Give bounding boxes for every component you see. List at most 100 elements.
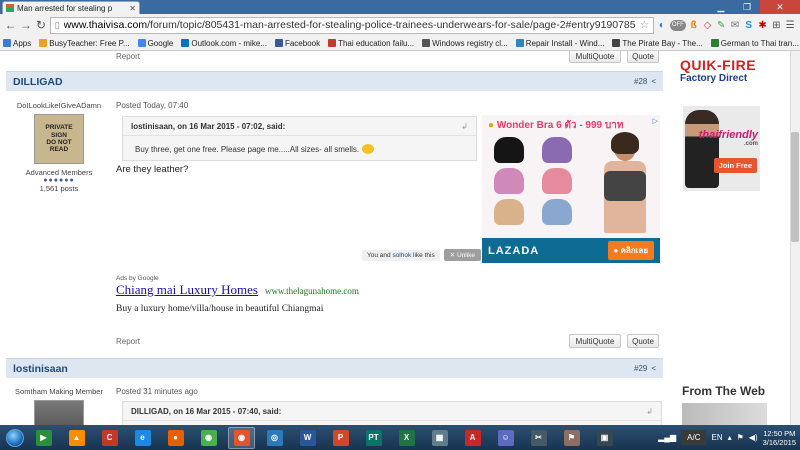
banner-ad[interactable]: ● Wonder Bra 6 ตัว - 999 บาท ▷ LAZADA ● … — [482, 115, 660, 263]
taskbar-internet-explorer-button[interactable]: e — [129, 427, 156, 449]
scrollbar-thumb[interactable] — [791, 132, 799, 242]
url-text: www.thaivisa.com/forum/topic/805431-man-… — [64, 19, 636, 31]
multiquote-button[interactable]: MultiQuote — [569, 334, 621, 348]
share-icon[interactable]: < — [651, 77, 656, 86]
taskbar-powerpoint-button[interactable]: P — [327, 427, 354, 449]
back-icon[interactable]: ← — [4, 16, 17, 34]
network-icon[interactable]: ▂▄▆ — [658, 433, 676, 442]
taskbar-chrome-button[interactable]: ◉ — [195, 427, 222, 449]
taskbar-network-button[interactable]: ◎ — [261, 427, 288, 449]
ad-brand-text: thai — [698, 129, 719, 141]
forward-icon[interactable]: → — [19, 16, 32, 34]
star-icon[interactable]: ☆ — [640, 19, 649, 31]
quote-button[interactable]: Quote — [627, 51, 659, 63]
reload-icon[interactable]: ↻ — [34, 16, 47, 34]
ad-headline-text: Wonder Bra 6 ตัว - 999 บาท — [496, 120, 624, 131]
taskbar-publisher-button[interactable]: PT — [360, 427, 387, 449]
liker-link[interactable]: solhok — [392, 252, 411, 259]
bookmark-facebook[interactable]: Facebook — [274, 39, 320, 48]
extension-s-icon[interactable]: S — [743, 17, 755, 33]
clock[interactable]: 12:50 PM 3/16/2015 — [763, 429, 796, 447]
adchoices-icon[interactable]: ▷ — [653, 117, 658, 125]
flag-app-icon: ⚑ — [563, 429, 580, 446]
extension-cart-icon[interactable]: ⊞ — [770, 17, 782, 33]
minimize-icon[interactable]: ▁ — [708, 0, 734, 14]
unlike-label: Unlike — [456, 252, 476, 259]
quote-button[interactable]: Quote — [627, 334, 659, 348]
post-author-name[interactable]: lostinisaan — [13, 363, 68, 375]
quote-citation: lostinisaan, on 16 Mar 2015 - 07:02, sai… — [131, 121, 286, 131]
share-icon[interactable]: < — [651, 364, 656, 373]
language-indicator[interactable]: EN — [711, 433, 722, 442]
volume-icon[interactable]: ◀) — [749, 433, 758, 442]
taskbar-people-button[interactable]: ☺ — [492, 427, 519, 449]
taskbar-word-button[interactable]: W — [294, 427, 321, 449]
avatar[interactable]: PRIVATE SIGN DO NOT READ — [34, 114, 84, 164]
ad-cta-button[interactable]: ● คลิกเลย — [607, 241, 654, 260]
taskbar-ccleaner-button[interactable]: C — [96, 427, 123, 449]
taskbar-calculator-button[interactable]: ▦ — [426, 427, 453, 449]
taskbar-chrome-active-button[interactable]: ◉ — [228, 426, 255, 449]
taskbar-excel-button[interactable]: X — [393, 427, 420, 449]
bookmark-apps[interactable]: Apps — [3, 39, 31, 48]
ac-indicator[interactable]: A/C — [681, 430, 707, 445]
bookmark-label: Outlook.com - mike... — [191, 38, 267, 48]
from-the-web-thumbnail[interactable] — [682, 403, 767, 425]
web-page: Report MultiQuote Quote DILLIGAD #28 < Do… — [0, 51, 790, 425]
unlike-button[interactable]: ✕ Unlike — [443, 249, 482, 261]
taskbar-vlc-button[interactable]: ▲ — [63, 427, 90, 449]
quikfire-ad[interactable]: QUIK-FIRE Factory Direct — [680, 51, 760, 84]
report-link[interactable]: Report — [116, 337, 140, 346]
avatar[interactable] — [34, 400, 84, 425]
taskbar-media-center-button[interactable]: ▶ — [30, 427, 57, 449]
tab-close-icon[interactable]: ✕ — [129, 4, 136, 13]
join-free-button[interactable]: Join Free — [713, 158, 757, 173]
ad-brand: QUIK-FIRE — [680, 57, 757, 73]
url-host: www.thaivisa.com — [63, 19, 148, 31]
off-toggle[interactable]: OFF — [669, 17, 686, 33]
browser-tab[interactable]: Man arrested for stealing p ✕ — [2, 1, 140, 14]
bookmark-label: German to Thai tran... — [720, 38, 799, 48]
bookmark-translate[interactable]: German to Thai tran... — [710, 38, 799, 48]
bookmark-thai-education[interactable]: Thai education failu... — [328, 39, 414, 48]
bookmark-piratebay[interactable]: The Pirate Bay - The... — [612, 39, 703, 48]
extension-evernote-icon[interactable]: ✎ — [715, 17, 727, 33]
extension-b-icon[interactable]: ß — [688, 17, 700, 33]
address-bar[interactable]: ▯ www.thaivisa.com/forum/topic/805431-ma… — [49, 16, 655, 34]
post-number[interactable]: #29 < — [634, 364, 656, 373]
ad-url[interactable]: www.thelagunahome.com — [265, 286, 359, 296]
jump-to-quote-icon[interactable]: ↲ — [461, 122, 468, 131]
bookmark-busyteacher[interactable]: BusyTeacher: Free P... — [39, 39, 130, 48]
post-timestamp: Posted Today, 07:40 — [116, 101, 189, 110]
page-scrollbar[interactable] — [790, 51, 800, 425]
extension-mail-icon[interactable]: ✉ — [729, 17, 741, 33]
browser-toolbar: ← → ↻ ▯ www.thaivisa.com/forum/topic/805… — [0, 14, 800, 36]
flag-icon[interactable]: ⚑ — [737, 433, 744, 442]
taskbar-acrobat-button[interactable]: A — [459, 427, 486, 449]
author-title: Somtham Making Member — [15, 387, 103, 396]
post-author-name[interactable]: DILLIGAD — [13, 76, 63, 88]
bookmark-repair[interactable]: Repair Install - Wind... — [515, 39, 604, 48]
start-button[interactable] — [0, 425, 30, 450]
tray-arrow-icon[interactable]: ▴ — [728, 433, 732, 442]
extension-lp-icon[interactable]: ✱ — [757, 17, 769, 33]
taskbar-remote-button[interactable]: ▣ — [591, 427, 618, 449]
post-number[interactable]: #28 < — [634, 77, 656, 86]
lazada-logo: LAZADA — [488, 244, 540, 257]
report-link[interactable]: Report — [116, 52, 140, 61]
menu-icon[interactable]: ☰ — [784, 17, 796, 33]
maximize-icon[interactable]: ❐ — [734, 0, 760, 14]
jump-to-quote-icon[interactable]: ↲ — [646, 407, 653, 416]
taskbar-snipping-button[interactable]: ✂ — [525, 427, 552, 449]
taskbar-firefox-button[interactable]: ● — [162, 427, 189, 449]
taskbar-flag-app-button[interactable]: ⚑ — [558, 427, 585, 449]
multiquote-button[interactable]: MultiQuote — [569, 51, 621, 63]
window-close-icon[interactable]: ✕ — [760, 0, 800, 14]
bookmark-registry[interactable]: Windows registry cl... — [422, 39, 508, 48]
extension-icon[interactable]: ◐ — [656, 17, 668, 33]
bookmark-outlook[interactable]: Outlook.com - mike... — [181, 39, 267, 48]
bookmark-google[interactable]: Google — [137, 39, 173, 48]
extension-pocket-icon[interactable]: ◇ — [702, 17, 714, 33]
dating-ad[interactable]: thaifriendly .com Join Free — [683, 106, 760, 191]
ad-title-link[interactable]: Chiang mai Luxury Homes — [116, 282, 258, 297]
